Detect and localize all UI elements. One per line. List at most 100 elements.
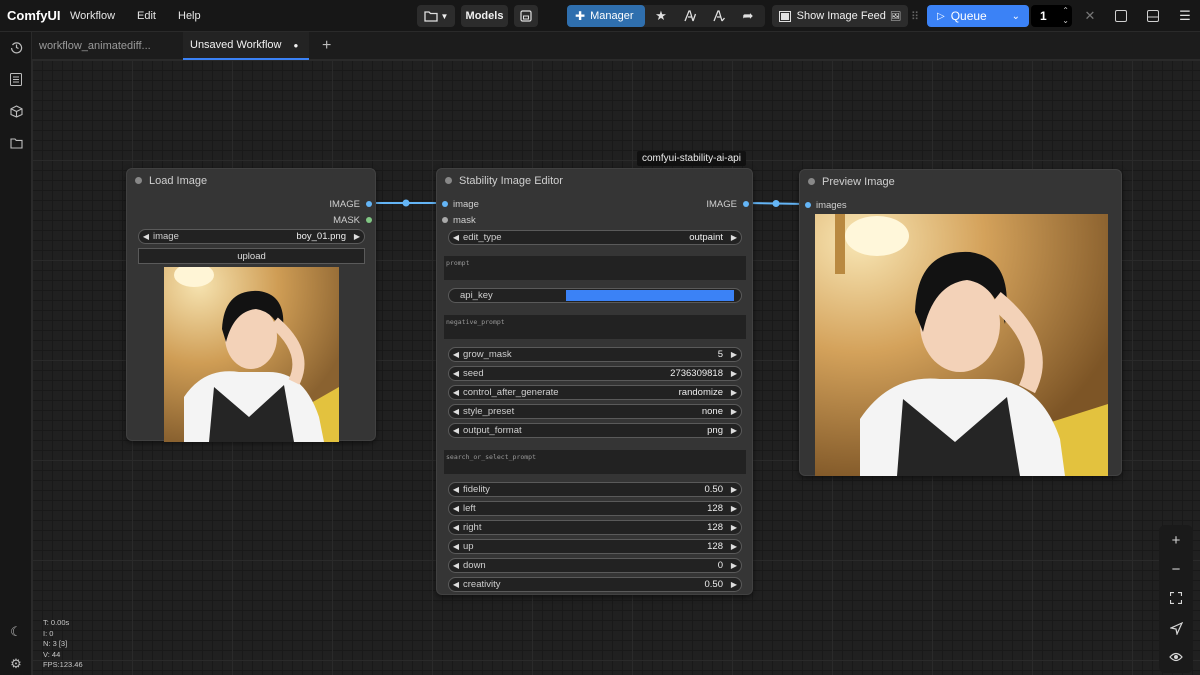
widget-down[interactable]: ◀ down 0 ▶ — [448, 558, 742, 573]
workflow-share-icon[interactable] — [679, 5, 701, 27]
locate-icon[interactable] — [1166, 618, 1186, 638]
right-arrow-icon[interactable]: ▶ — [727, 542, 741, 551]
widget-creativity[interactable]: ◀ creativity 0.50 ▶ — [448, 577, 742, 592]
add-tab-button[interactable]: + — [315, 32, 337, 60]
show-image-feed-button[interactable]: Show Image Feed 🖼 — [772, 5, 908, 27]
history-icon[interactable] — [6, 37, 26, 57]
node-library-icon[interactable] — [6, 101, 26, 121]
workflows-dropdown-button[interactable]: ▼ — [417, 5, 455, 27]
collapse-dot[interactable] — [445, 177, 452, 184]
right-arrow-icon[interactable]: ▶ — [727, 407, 741, 416]
left-arrow-icon[interactable]: ◀ — [449, 523, 463, 532]
right-arrow-icon[interactable]: ▶ — [727, 426, 741, 435]
workflow-share-alt-icon[interactable] — [708, 5, 730, 27]
node-title[interactable]: Preview Image — [800, 170, 1121, 194]
load-image-node[interactable]: Load Image IMAGE MASK ◀ image boy_01.png… — [126, 168, 376, 442]
widget-left[interactable]: ◀ left 128 ▶ — [448, 501, 742, 516]
left-arrow-icon[interactable]: ◀ — [449, 369, 463, 378]
widget-grow-mask[interactable]: ◀ grow_mask 5 ▶ — [448, 347, 742, 362]
bottom-panel-icon[interactable] — [1142, 5, 1164, 27]
share-arrow-icon[interactable]: ➦ — [737, 5, 759, 27]
tab-unsaved-workflow[interactable]: Unsaved Workflow ● — [183, 32, 309, 60]
right-arrow-icon[interactable]: ▶ — [727, 388, 741, 397]
close-icon[interactable]: ✕ — [1079, 5, 1101, 27]
theme-icon[interactable]: ☾ — [6, 622, 26, 642]
right-arrow-icon[interactable]: ▶ — [727, 561, 741, 570]
stepper-icon[interactable]: ⌃ ⌄ — [1062, 6, 1069, 26]
edit-type-widget[interactable]: ◀ edit_type outpaint ▶ — [448, 230, 742, 245]
zoom-in-icon[interactable]: + — [1166, 530, 1186, 550]
right-arrow-icon[interactable]: ▶ — [727, 485, 741, 494]
left-arrow-icon[interactable]: ◀ — [139, 232, 153, 241]
fit-view-icon[interactable] — [1166, 588, 1186, 608]
right-arrow-icon[interactable]: ▶ — [727, 523, 741, 532]
image-combo-widget[interactable]: ◀ image boy_01.png ▶ — [138, 229, 365, 244]
upload-button[interactable]: upload — [138, 248, 365, 264]
widget-right[interactable]: ◀ right 128 ▶ — [448, 520, 742, 535]
node-title[interactable]: Stability Image Editor — [437, 169, 752, 193]
input-image-slot[interactable] — [442, 201, 448, 207]
tab-workflow-animatediff[interactable]: workflow_animatediff... — [32, 32, 183, 60]
focus-mode-icon[interactable] — [1110, 5, 1132, 27]
star-icon[interactable]: ★ — [650, 5, 672, 27]
right-arrow-icon[interactable]: ▶ — [727, 233, 741, 242]
drag-handle-icon[interactable]: ⠿ — [909, 5, 921, 27]
left-arrow-icon[interactable]: ◀ — [449, 407, 463, 416]
widget-seed[interactable]: ◀ seed 2736309818 ▶ — [448, 366, 742, 381]
left-arrow-icon[interactable]: ◀ — [449, 485, 463, 494]
output-image-slot[interactable] — [366, 201, 372, 207]
image-feed-label: Show Image Feed — [796, 10, 886, 22]
left-arrow-icon[interactable]: ◀ — [449, 426, 463, 435]
manager-button[interactable]: ✚ Manager — [567, 5, 645, 27]
preview-image-node[interactable]: Preview Image images — [799, 169, 1122, 476]
left-arrow-icon[interactable]: ◀ — [449, 233, 463, 242]
widget-fidelity[interactable]: ◀ fidelity 0.50 ▶ — [448, 482, 742, 497]
node-title-text: Stability Image Editor — [459, 175, 563, 187]
widget-control-after-generate[interactable]: ◀ control_after_generate randomize ▶ — [448, 385, 742, 400]
menu-help[interactable]: Help — [178, 10, 201, 22]
queue-button[interactable]: ▷ Queue ⌄ — [927, 5, 1029, 27]
right-arrow-icon[interactable]: ▶ — [727, 350, 741, 359]
right-arrow-icon[interactable]: ▶ — [727, 580, 741, 589]
menu-workflow[interactable]: Workflow — [70, 10, 115, 22]
left-arrow-icon[interactable]: ◀ — [449, 542, 463, 551]
widget-value: 0 — [717, 560, 723, 571]
right-arrow-icon[interactable]: ▶ — [350, 232, 364, 241]
queue-count-input[interactable]: 1 ⌃ ⌄ — [1031, 5, 1072, 27]
negative-prompt-textarea[interactable]: negative_prompt — [444, 315, 746, 339]
api-key-input[interactable]: api_key — [448, 288, 742, 303]
left-arrow-icon[interactable]: ◀ — [449, 504, 463, 513]
collapse-dot[interactable] — [135, 177, 142, 184]
left-arrow-icon[interactable]: ◀ — [449, 388, 463, 397]
output-mask-slot[interactable] — [366, 217, 372, 223]
left-arrow-icon[interactable]: ◀ — [449, 350, 463, 359]
chevron-down-icon[interactable]: ⌄ — [1012, 11, 1020, 22]
hamburger-menu-icon[interactable]: ☰ — [1174, 5, 1196, 27]
right-arrow-icon[interactable]: ▶ — [727, 504, 741, 513]
left-arrow-icon[interactable]: ◀ — [449, 580, 463, 589]
menu-edit[interactable]: Edit — [137, 10, 156, 22]
node-title[interactable]: Load Image — [127, 169, 375, 193]
queue-icon[interactable] — [6, 69, 26, 89]
stat-time: T: 0.00s — [43, 618, 70, 627]
widget-style-preset[interactable]: ◀ style_preset none ▶ — [448, 404, 742, 419]
input-mask-slot[interactable] — [442, 217, 448, 223]
models-button[interactable]: Models — [461, 5, 508, 27]
save-workflow-button[interactable] — [514, 5, 538, 27]
input-images-slot[interactable] — [805, 202, 811, 208]
widget-output-format[interactable]: ◀ output_format png ▶ — [448, 423, 742, 438]
model-library-icon[interactable] — [6, 133, 26, 153]
zoom-out-icon[interactable]: − — [1166, 559, 1186, 579]
collapse-dot[interactable] — [808, 178, 815, 185]
widget-label: output_format — [463, 425, 522, 436]
node-title-text: Preview Image — [822, 176, 895, 188]
widget-up[interactable]: ◀ up 128 ▶ — [448, 539, 742, 554]
stability-image-editor-node[interactable]: Stability Image Editor image mask IMAGE … — [436, 168, 753, 595]
right-arrow-icon[interactable]: ▶ — [727, 369, 741, 378]
output-image-slot[interactable] — [743, 201, 749, 207]
prompt-textarea[interactable]: prompt — [444, 256, 746, 280]
toggle-link-visibility-icon[interactable] — [1166, 647, 1186, 667]
settings-icon[interactable]: ⚙ — [6, 654, 26, 674]
search-or-select-prompt-textarea[interactable]: search_or_select_prompt — [444, 450, 746, 474]
left-arrow-icon[interactable]: ◀ — [449, 561, 463, 570]
